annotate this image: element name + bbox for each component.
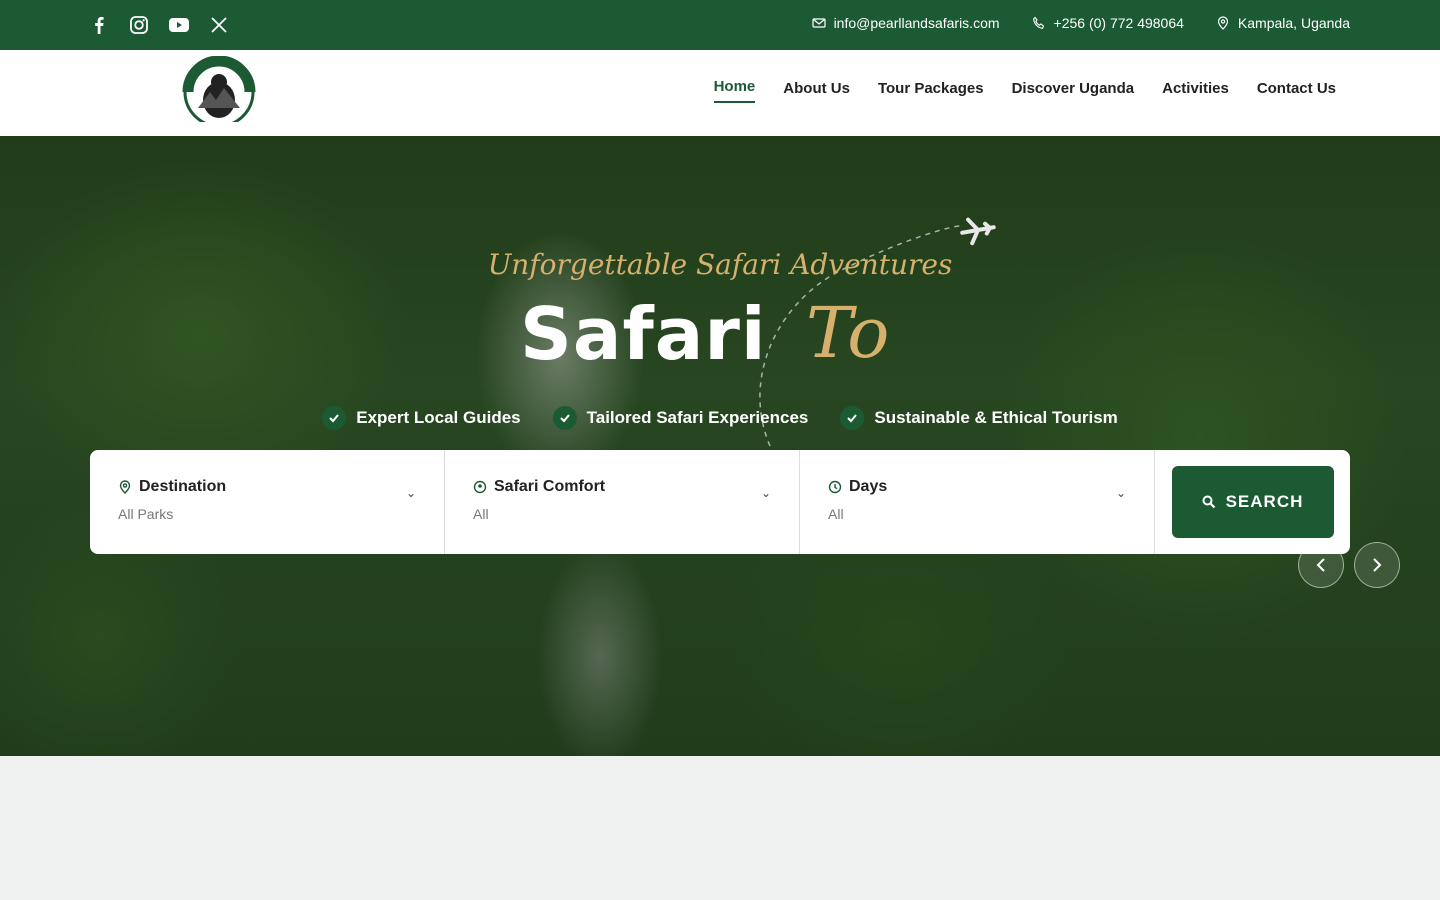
plane-icon bbox=[960, 217, 996, 246]
chevron-down-icon: ⌄ bbox=[760, 486, 771, 500]
hero-script-text: To bbox=[806, 292, 890, 374]
nav-discover-uganda[interactable]: Discover Uganda bbox=[1012, 80, 1135, 105]
destination-select[interactable]: Destination All Parks ⌄ bbox=[90, 450, 445, 554]
safari-search-form: Destination All Parks ⌄ Safari Comfort A… bbox=[90, 450, 1350, 554]
slider-controls bbox=[1298, 542, 1400, 588]
email-contact[interactable]: info@pearllandsafaris.com bbox=[811, 15, 1000, 31]
location-pin-icon bbox=[119, 480, 131, 494]
chevron-down-icon: ⌄ bbox=[1115, 486, 1126, 500]
contact-info: info@pearllandsafaris.com +256 (0) 772 4… bbox=[811, 15, 1350, 31]
destination-value: All Parks bbox=[118, 506, 174, 522]
youtube-icon[interactable] bbox=[168, 14, 190, 36]
feature-item: Tailored Safari Experiences bbox=[552, 406, 809, 430]
location-icon bbox=[1217, 16, 1229, 30]
safari-comfort-select[interactable]: Safari Comfort All ⌄ bbox=[445, 450, 800, 554]
chevron-left-icon bbox=[1316, 558, 1325, 572]
feature-label: Expert Local Guides bbox=[356, 408, 521, 427]
destination-label: Destination bbox=[139, 478, 227, 495]
chevron-down-icon: ⌄ bbox=[405, 486, 416, 500]
search-button[interactable]: SEARCH bbox=[1171, 466, 1334, 538]
nav-home[interactable]: Home bbox=[713, 78, 756, 103]
safari-comfort-value: All bbox=[473, 506, 489, 522]
feature-label: Tailored Safari Experiences bbox=[586, 408, 809, 427]
feature-item: Expert Local Guides bbox=[322, 406, 521, 430]
phone-text: +256 (0) 772 498064 bbox=[1053, 15, 1184, 31]
main-nav: Home About Us Tour Packages Discover Uga… bbox=[713, 78, 1336, 105]
comfort-icon bbox=[473, 480, 487, 494]
search-button-label: SEARCH bbox=[1225, 492, 1304, 511]
hero-overlay bbox=[0, 136, 1440, 756]
social-links bbox=[88, 14, 230, 36]
hero-banner: Unforgettable Safari Adventures Safari T… bbox=[0, 136, 1440, 756]
check-icon bbox=[840, 406, 865, 430]
location-contact: Kampala, Uganda bbox=[1216, 15, 1350, 31]
hero-subtitle: Unforgettable Safari Adventures bbox=[487, 248, 953, 281]
days-select[interactable]: Days All ⌄ bbox=[800, 450, 1155, 554]
safari-comfort-label: Safari Comfort bbox=[494, 478, 606, 495]
check-icon bbox=[552, 406, 577, 430]
x-icon[interactable] bbox=[208, 14, 230, 36]
mail-icon bbox=[811, 18, 826, 28]
facebook-icon[interactable] bbox=[88, 14, 110, 36]
phone-contact[interactable]: +256 (0) 772 498064 bbox=[1032, 15, 1184, 31]
site-header: Home About Us Tour Packages Discover Uga… bbox=[0, 50, 1440, 136]
feature-list: Expert Local Guides Tailored Safari Expe… bbox=[0, 406, 1440, 430]
phone-icon bbox=[1032, 16, 1044, 29]
hero-title: Safari bbox=[520, 292, 767, 376]
search-icon bbox=[1202, 495, 1215, 509]
search-button-wrap: SEARCH bbox=[1155, 450, 1350, 554]
nav-tour-packages[interactable]: Tour Packages bbox=[878, 80, 984, 105]
chevron-right-icon bbox=[1373, 558, 1382, 572]
email-text: info@pearllandsafaris.com bbox=[833, 15, 1000, 31]
days-label: Days bbox=[849, 478, 888, 495]
instagram-icon[interactable] bbox=[128, 14, 150, 36]
nav-contact-us[interactable]: Contact Us bbox=[1257, 80, 1336, 105]
days-value: All bbox=[828, 506, 844, 522]
site-logo[interactable] bbox=[176, 55, 262, 132]
nav-about-us[interactable]: About Us bbox=[783, 80, 850, 105]
feature-item: Sustainable & Ethical Tourism bbox=[840, 406, 1118, 430]
clock-icon bbox=[828, 480, 842, 494]
check-icon bbox=[322, 406, 347, 430]
prev-slide-button[interactable] bbox=[1298, 542, 1344, 588]
nav-activities[interactable]: Activities bbox=[1162, 80, 1229, 105]
feature-label: Sustainable & Ethical Tourism bbox=[874, 408, 1118, 427]
next-slide-button[interactable] bbox=[1354, 542, 1400, 588]
location-text: Kampala, Uganda bbox=[1237, 15, 1350, 31]
